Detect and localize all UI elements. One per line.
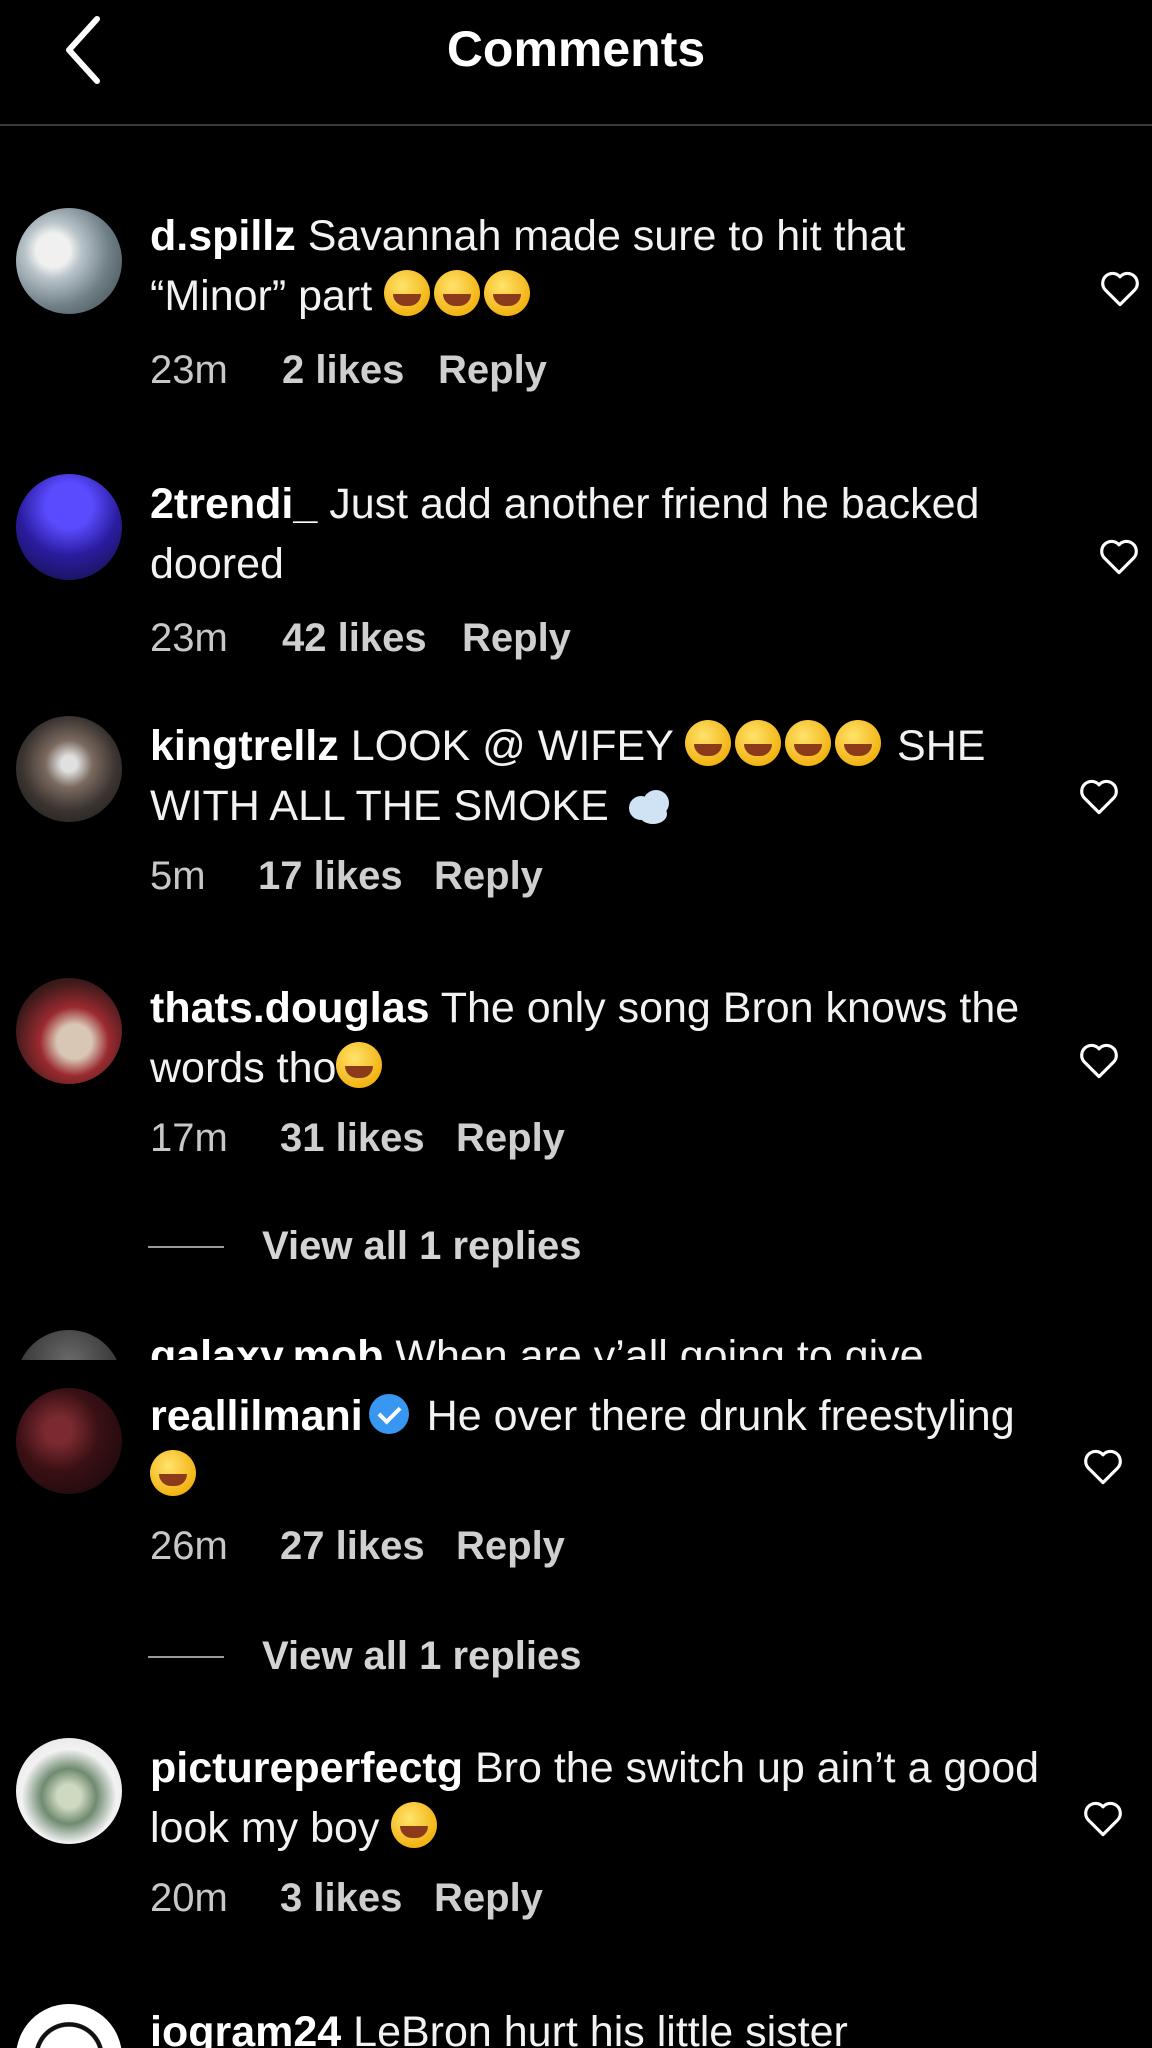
clipped-comment: iogram24 LeBron hurt his little sister	[0, 2000, 1152, 2048]
comment-text: When are y’all going to give	[395, 1332, 924, 1360]
comment-likes[interactable]: 17 likes	[258, 854, 434, 899]
page-title: Comments	[446, 21, 706, 77]
comment-time: 17m	[150, 1116, 228, 1160]
avatar[interactable]	[16, 716, 122, 822]
laughing-emoji	[336, 1042, 383, 1088]
comment-text: LeBron hurt his little sister	[353, 2008, 848, 2048]
heart-icon[interactable]	[1082, 1446, 1124, 1486]
comment-username[interactable]: thats.douglas	[150, 984, 430, 1032]
avatar[interactable]	[16, 1330, 122, 1360]
comment-time: 23m	[150, 348, 228, 392]
heart-icon[interactable]	[1082, 1798, 1124, 1838]
reply-button[interactable]: Reply	[434, 1876, 543, 1921]
reply-button[interactable]: Reply	[456, 1116, 565, 1161]
clipped-comment: galaxy.mob When are y’all going to give	[0, 1330, 1152, 1360]
comment-username[interactable]: galaxy.mob	[150, 1332, 383, 1360]
avatar[interactable]	[16, 2004, 122, 2048]
comment-likes[interactable]: 42 likes	[282, 616, 462, 661]
heart-icon[interactable]	[1099, 268, 1141, 308]
laughing-emoji	[685, 720, 885, 770]
laughing-emoji	[384, 270, 534, 320]
comment-username[interactable]: iogram24	[150, 2008, 341, 2048]
comment-likes[interactable]: 2 likes	[282, 348, 438, 393]
verified-badge-icon	[368, 1394, 409, 1434]
header: Comments	[0, 0, 1152, 126]
comment-likes[interactable]: 27 likes	[280, 1524, 456, 1569]
comment-time: 26m	[150, 1524, 228, 1568]
view-replies-button[interactable]: View all 1 replies	[148, 1634, 581, 1679]
comment-likes[interactable]: 31 likes	[280, 1116, 456, 1161]
reply-button[interactable]: Reply	[434, 854, 543, 899]
reply-button[interactable]: Reply	[462, 616, 571, 661]
comment-username[interactable]: reallilmani	[150, 1392, 363, 1440]
comment-time: 20m	[150, 1876, 228, 1920]
reply-button[interactable]: Reply	[438, 348, 547, 393]
heart-icon[interactable]	[1098, 536, 1140, 576]
avatar[interactable]	[16, 474, 122, 580]
comment-time: 23m	[150, 616, 228, 660]
avatar[interactable]	[16, 978, 122, 1084]
avatar[interactable]	[16, 1738, 122, 1844]
comment-username[interactable]: kingtrellz	[150, 722, 339, 770]
comment-username[interactable]: pictureperfectg	[150, 1744, 463, 1792]
divider	[148, 1655, 224, 1658]
dash-smoke-emoji	[621, 786, 673, 826]
laughing-emoji	[150, 1450, 196, 1496]
avatar[interactable]	[16, 1388, 122, 1494]
view-replies-button[interactable]: View all 1 replies	[148, 1224, 581, 1269]
comment-username[interactable]: 2trendi_	[150, 480, 317, 528]
avatar[interactable]	[16, 208, 122, 314]
reply-button[interactable]: Reply	[456, 1524, 565, 1569]
comment-text: He over there drunk freestyling	[426, 1392, 1015, 1440]
heart-icon[interactable]	[1078, 776, 1120, 816]
comment-likes[interactable]: 3 likes	[280, 1876, 434, 1921]
comment-text: LOOK @ WIFEY	[350, 722, 674, 770]
laughing-emoji	[391, 1802, 438, 1848]
comment-username[interactable]: d.spillz	[150, 212, 296, 260]
heart-icon[interactable]	[1078, 1040, 1120, 1080]
divider	[148, 1245, 224, 1248]
comment-time: 5m	[150, 854, 206, 898]
